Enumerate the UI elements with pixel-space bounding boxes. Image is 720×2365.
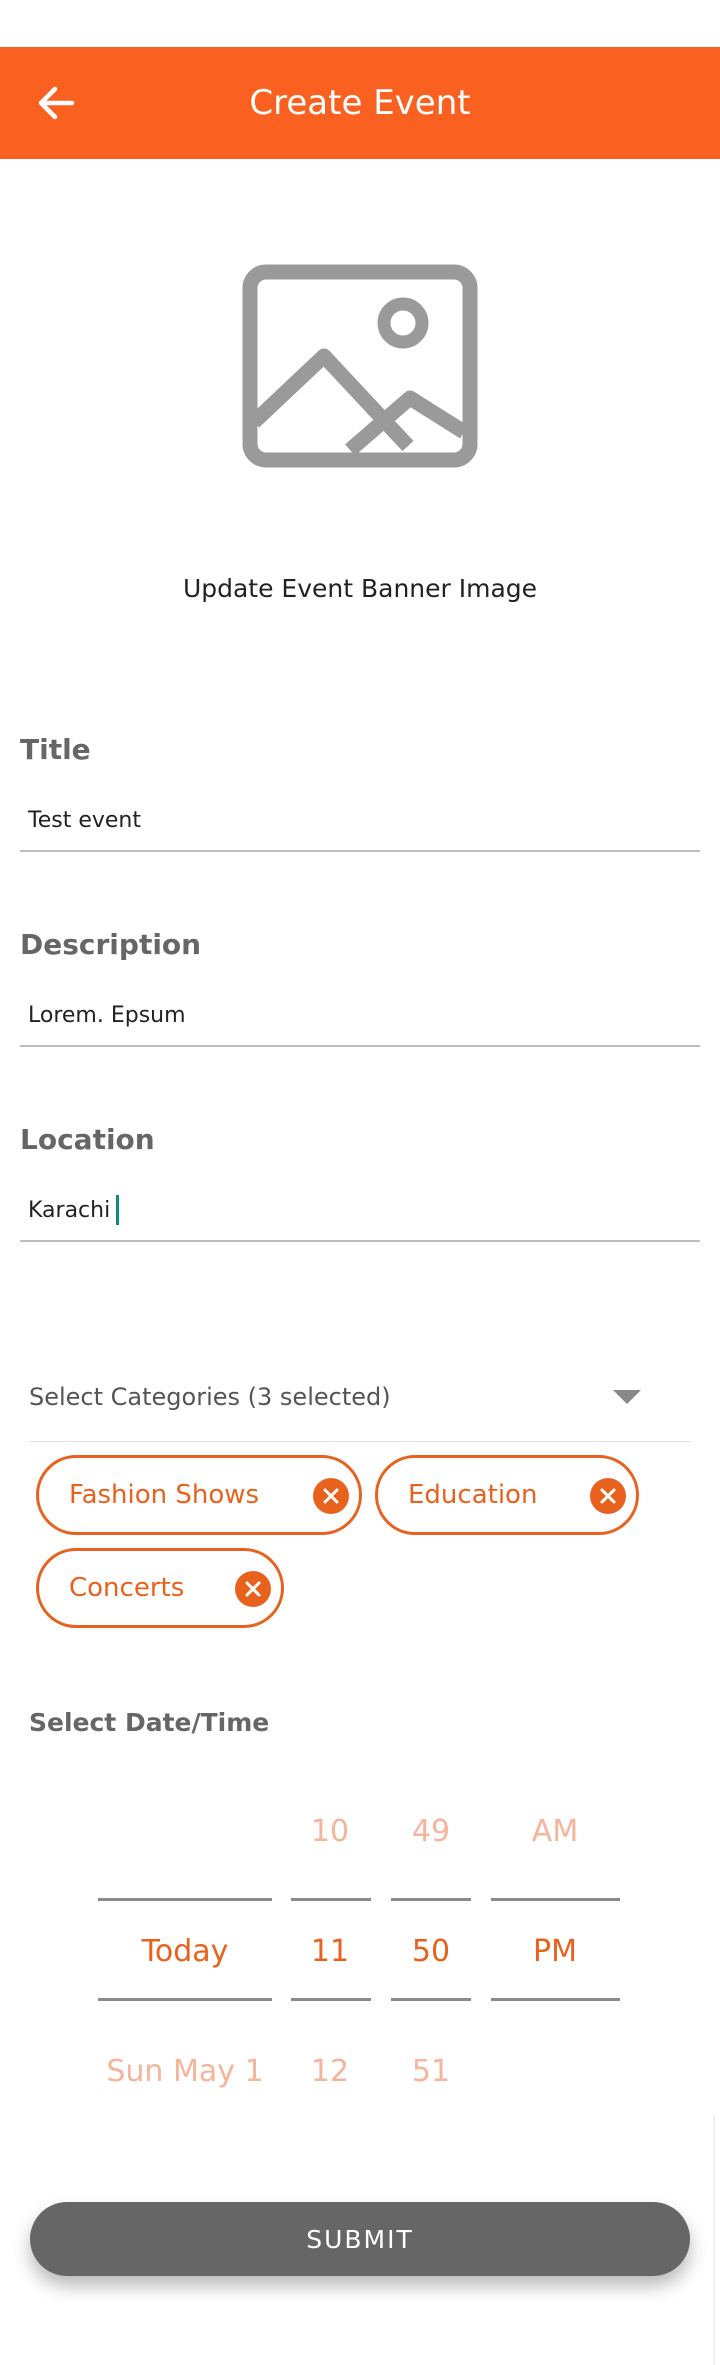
submit-button[interactable]: SUBMIT	[30, 2202, 690, 2276]
minute-option-below[interactable]: 51	[391, 2054, 471, 2089]
chip-label: Education	[408, 1480, 538, 1510]
title-field[interactable]: Test event	[20, 790, 700, 852]
ampm-selection-line	[491, 1898, 620, 1901]
title-value: Test event	[28, 807, 141, 833]
minute-option-above[interactable]: 49	[391, 1814, 471, 1849]
back-button[interactable]	[26, 73, 86, 133]
minute-selection-line	[391, 1898, 471, 1901]
title-label: Title	[20, 733, 91, 766]
category-chip-education: Education	[375, 1455, 639, 1535]
hour-selection-line	[291, 1898, 371, 1901]
minute-option-selected[interactable]: 50	[391, 1934, 471, 1969]
chevron-down-icon	[613, 1389, 641, 1404]
ampm-option-selected[interactable]: PM	[491, 1934, 619, 1969]
location-label: Location	[20, 1123, 155, 1156]
close-icon	[245, 1581, 261, 1597]
remove-chip-button[interactable]	[313, 1478, 349, 1514]
category-chip-fashion-shows: Fashion Shows	[36, 1455, 362, 1535]
status-bar	[0, 0, 720, 47]
location-field[interactable]: Karachi	[20, 1180, 700, 1242]
location-value: Karachi	[28, 1197, 111, 1223]
update-banner-image-link[interactable]: Update Event Banner Image	[0, 574, 720, 603]
ampm-selection-line	[491, 1998, 620, 2001]
chip-label: Concerts	[69, 1573, 185, 1603]
date-selection-line	[98, 1998, 272, 2001]
remove-chip-button[interactable]	[235, 1571, 271, 1607]
description-value: Lorem. Epsum	[28, 1002, 186, 1028]
scrollbar[interactable]	[713, 2115, 715, 2365]
hour-option-selected[interactable]: 11	[290, 1934, 370, 1969]
date-selection-line	[98, 1898, 272, 1901]
arrow-left-icon	[38, 86, 75, 120]
category-select-label: Select Categories (3 selected)	[29, 1382, 391, 1411]
minute-selection-line	[391, 1998, 471, 2001]
hour-option-below[interactable]: 12	[290, 2054, 370, 2089]
close-icon	[600, 1488, 616, 1504]
app-bar: Create Event	[0, 47, 720, 159]
category-select[interactable]: Select Categories (3 selected)	[29, 1352, 691, 1442]
text-cursor	[116, 1195, 120, 1225]
ampm-option-above[interactable]: AM	[491, 1814, 619, 1849]
hour-option-above[interactable]: 10	[290, 1814, 370, 1849]
date-time-label: Select Date/Time	[29, 1708, 270, 1737]
date-option-below[interactable]: Sun May 1	[98, 2054, 272, 2089]
page-title: Create Event	[249, 83, 471, 123]
remove-chip-button[interactable]	[590, 1478, 626, 1514]
close-icon	[323, 1488, 339, 1504]
hour-selection-line	[291, 1998, 371, 2001]
description-label: Description	[20, 928, 202, 961]
date-option-selected[interactable]: Today	[98, 1934, 272, 1969]
category-chip-concerts: Concerts	[36, 1548, 284, 1628]
description-field[interactable]: Lorem. Epsum	[20, 985, 700, 1047]
chip-label: Fashion Shows	[69, 1480, 260, 1510]
image-placeholder-icon[interactable]	[242, 264, 478, 468]
